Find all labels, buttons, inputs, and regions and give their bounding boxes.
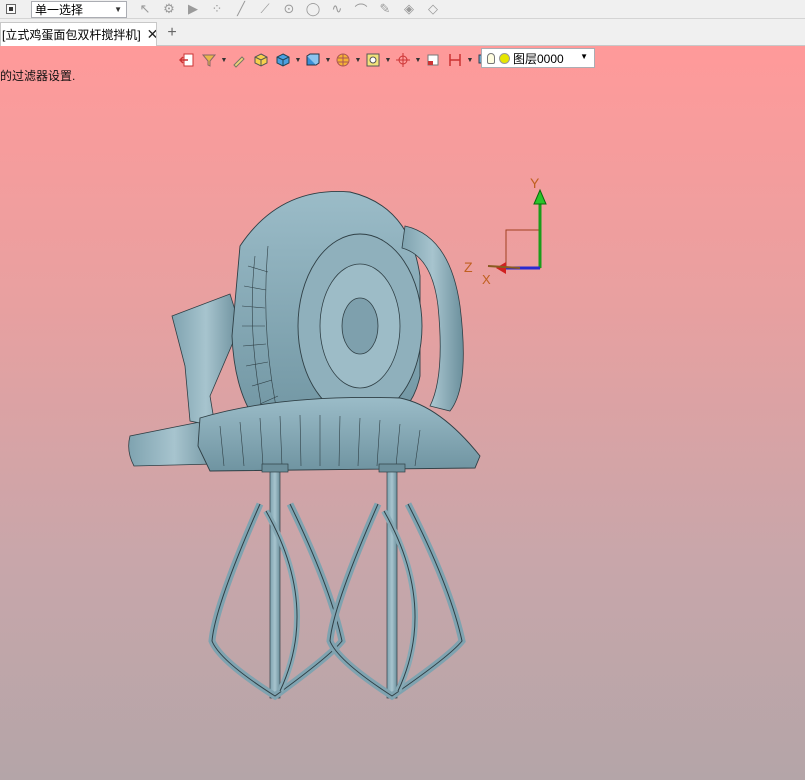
axis-label-x: X [482, 272, 491, 284]
chevron-down-icon[interactable]: ▼ [220, 57, 228, 64]
close-icon[interactable]: ✕ [147, 26, 156, 43]
chevron-down-icon[interactable]: ▼ [384, 57, 392, 64]
crosshair-icon[interactable] [392, 50, 414, 70]
section-icon[interactable] [422, 50, 444, 70]
dimension-icon[interactable] [444, 50, 466, 70]
new-tab-button[interactable]: + [163, 23, 181, 43]
chevron-down-icon[interactable]: ▼ [294, 57, 302, 64]
pen-icon[interactable]: ✎ [373, 0, 397, 19]
exit-icon[interactable] [176, 50, 198, 70]
status-message: 的过滤器设置. [0, 69, 76, 83]
select-mode-dropdown[interactable]: 单一选择 ▼ [31, 0, 127, 18]
mixer-3d-model[interactable] [120, 186, 500, 766]
render-ball-icon[interactable] [332, 50, 354, 70]
axis-label-y: Y [530, 175, 540, 191]
circle-point-icon[interactable]: ⊙ [277, 0, 301, 19]
pointer-icon[interactable]: ↖ [133, 0, 157, 19]
cube-blue-icon[interactable] [272, 50, 294, 70]
chevron-down-icon: ▼ [580, 52, 588, 61]
layers-stack-icon[interactable]: ◈ [397, 0, 421, 19]
3d-viewport[interactable]: 的过滤器设置. ▼ ▼ ▼ ▼ ▼ ▼ ▼ ▼ ▼ 图层0000 ▼ [0, 46, 805, 780]
layer-selector-dropdown[interactable]: 图层0000 ▼ [481, 48, 595, 68]
layer-color-icon [499, 52, 510, 64]
chevron-down-icon: ▼ [114, 4, 122, 14]
brush-icon[interactable] [228, 50, 250, 70]
select-mode-value: 单一选择 [35, 2, 84, 17]
tab-document-label: [立式鸡蛋面包双杆搅拌机] [2, 28, 141, 42]
play-icon[interactable]: ▶ [181, 0, 205, 19]
image-icon[interactable] [362, 50, 384, 70]
document-tab-bar: [立式鸡蛋面包双杆搅拌机] ✕ + [0, 19, 805, 46]
feature-select-icon[interactable]: ⚙ [157, 0, 181, 19]
line-alt-icon[interactable]: ⟋ [253, 0, 277, 19]
point-cloud-icon[interactable]: ⁘ [205, 0, 229, 19]
layers-alt-icon[interactable]: ◇ [421, 0, 445, 19]
stop-icon[interactable] [0, 0, 22, 19]
chevron-down-icon[interactable]: ▼ [324, 57, 332, 64]
bulb-icon [487, 52, 495, 64]
chevron-down-icon[interactable]: ▼ [466, 57, 474, 64]
layer-selector-value: 图层0000 [513, 51, 564, 66]
axis-label-z: Z [464, 259, 473, 275]
circle-icon[interactable]: ◯ [301, 0, 325, 19]
view-cube-icon[interactable] [302, 50, 324, 70]
filter-icon[interactable] [198, 50, 220, 70]
line-icon[interactable]: ╱ [229, 0, 253, 19]
cube-yellow-icon[interactable] [250, 50, 272, 70]
chevron-down-icon[interactable]: ▼ [354, 57, 362, 64]
arc-icon[interactable]: ⌒ [349, 0, 373, 19]
selection-toolbar: 单一选择 ▼ ↖ ⚙ ▶ ⁘ ╱ ⟋ ⊙ ◯ ∿ ⌒ ✎ ◈ ◇ [0, 0, 805, 19]
curve-icon[interactable]: ∿ [325, 0, 349, 19]
tab-document[interactable]: [立式鸡蛋面包双杆搅拌机] ✕ [0, 22, 157, 46]
chevron-down-icon[interactable]: ▼ [414, 57, 422, 64]
axis-triad: Y Z X [464, 175, 547, 284]
